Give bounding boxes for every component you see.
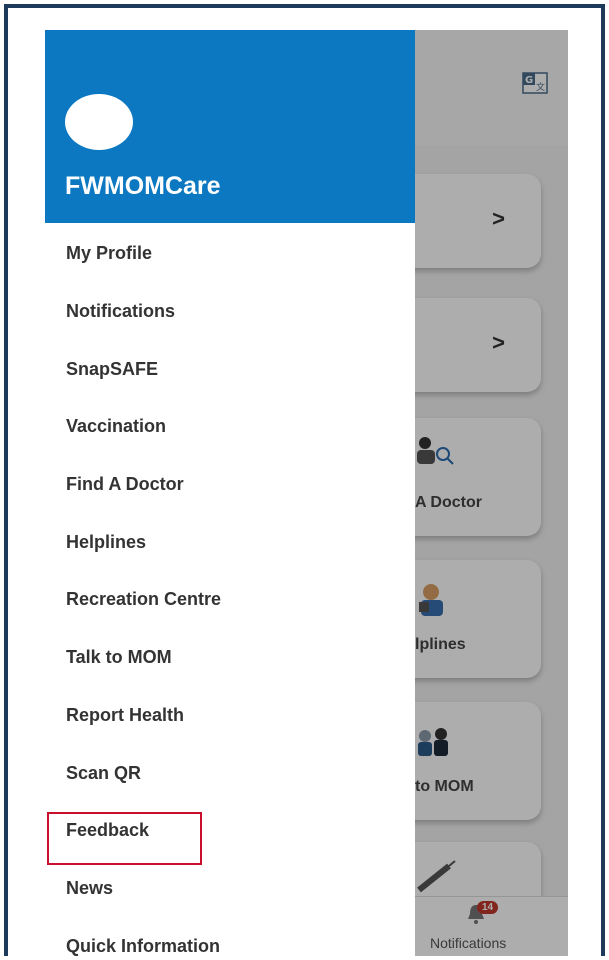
screenshot-frame: G 文 > > A Doctor lplines to MOM 14 Notif… [4, 4, 605, 956]
phone-screen: G 文 > > A Doctor lplines to MOM 14 Notif… [45, 30, 568, 956]
menu-item-recreation-centre[interactable]: Recreation Centre [66, 589, 221, 610]
menu-item-talk-to-mom[interactable]: Talk to MOM [66, 647, 172, 668]
menu-item-news[interactable]: News [66, 878, 113, 899]
drawer-header: FWMOMCare [45, 30, 415, 223]
avatar[interactable] [65, 94, 133, 150]
menu-item-snapsafe[interactable]: SnapSAFE [66, 359, 158, 380]
navigation-drawer: FWMOMCare My Profile Notifications SnapS… [45, 30, 415, 956]
app-name: FWMOMCare [65, 172, 221, 200]
menu-item-vaccination[interactable]: Vaccination [66, 416, 166, 437]
menu-item-find-a-doctor[interactable]: Find A Doctor [66, 474, 184, 495]
menu-item-report-health[interactable]: Report Health [66, 705, 184, 726]
menu-item-scan-qr[interactable]: Scan QR [66, 763, 141, 784]
menu-item-quick-information[interactable]: Quick Information [66, 936, 220, 956]
menu-item-my-profile[interactable]: My Profile [66, 243, 152, 264]
menu-item-helplines[interactable]: Helplines [66, 532, 146, 553]
menu-item-notifications[interactable]: Notifications [66, 301, 175, 322]
feedback-highlight-box [47, 812, 202, 865]
